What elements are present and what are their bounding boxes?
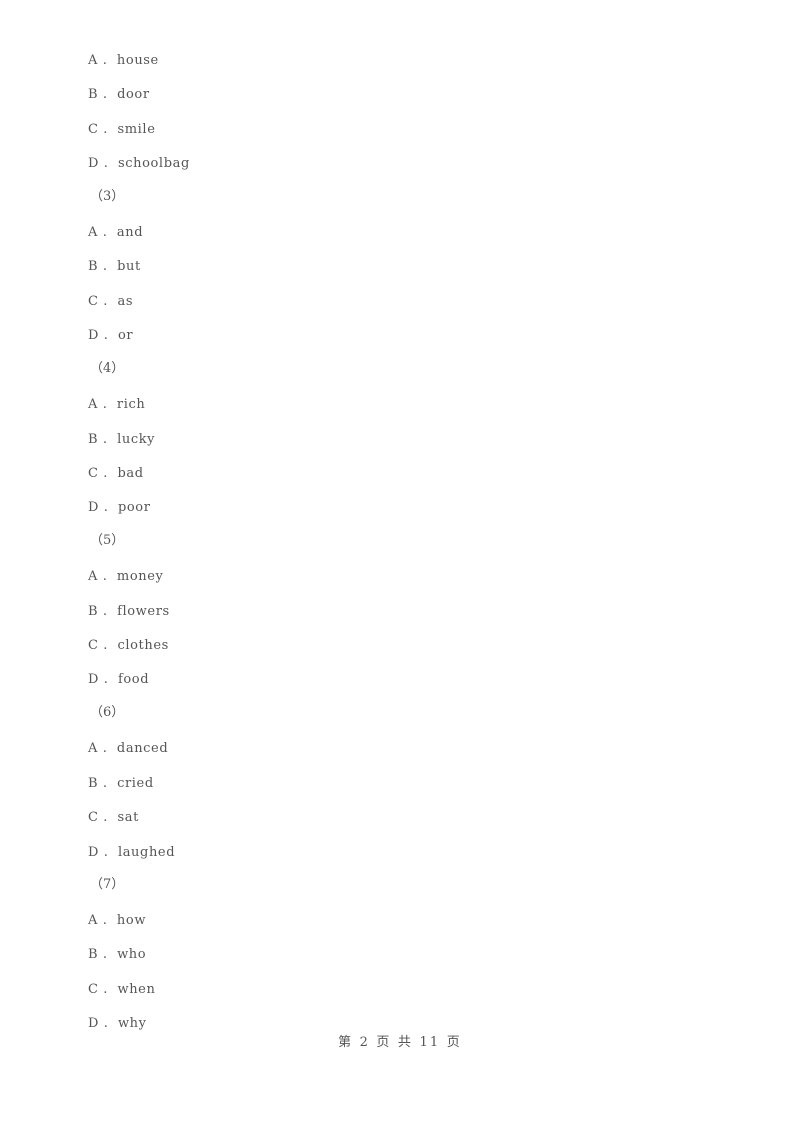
answer-option-a: A . danced <box>88 741 169 756</box>
answer-option-b: B . flowers <box>88 604 170 619</box>
answer-option-b: B . cried <box>88 776 154 791</box>
answer-option-d: D . why <box>88 1016 147 1031</box>
answer-option-b: B . who <box>88 947 147 962</box>
answer-option-c: C . smile <box>88 122 156 137</box>
answer-option-a: A . money <box>88 569 164 584</box>
answer-option-a: A . rich <box>88 397 146 412</box>
answer-option-c: C . bad <box>88 466 144 481</box>
answer-option-d: D . poor <box>88 500 151 515</box>
page-footer: 第 2 页 共 11 页 <box>338 1035 462 1050</box>
answer-option-c: C . as <box>88 294 134 309</box>
question-number: （3） <box>90 189 125 204</box>
document-page: A . house B . door C . smile D . schoolbag （… <box>0 0 800 1132</box>
answer-option-b: B . lucky <box>88 432 156 447</box>
answer-option-a: A . how <box>88 913 147 928</box>
question-number: （5） <box>90 533 125 548</box>
answer-option-d: D . laughed <box>88 845 176 860</box>
answer-option-d: D . food <box>88 672 150 687</box>
answer-option-c: C . sat <box>88 810 139 825</box>
answer-option-c: C . when <box>88 982 156 997</box>
answer-option-c: C . clothes <box>88 638 169 653</box>
question-number: （7） <box>90 877 125 892</box>
question-number: （6） <box>90 705 125 720</box>
answer-option-a: A . house <box>88 53 159 68</box>
question-number: （4） <box>90 361 125 376</box>
answer-option-d: D . schoolbag <box>88 156 190 171</box>
answer-option-d: D . or <box>88 328 134 343</box>
answer-option-b: B . but <box>88 259 141 274</box>
answer-option-b: B . door <box>88 87 150 102</box>
answer-option-a: A . and <box>88 225 144 240</box>
